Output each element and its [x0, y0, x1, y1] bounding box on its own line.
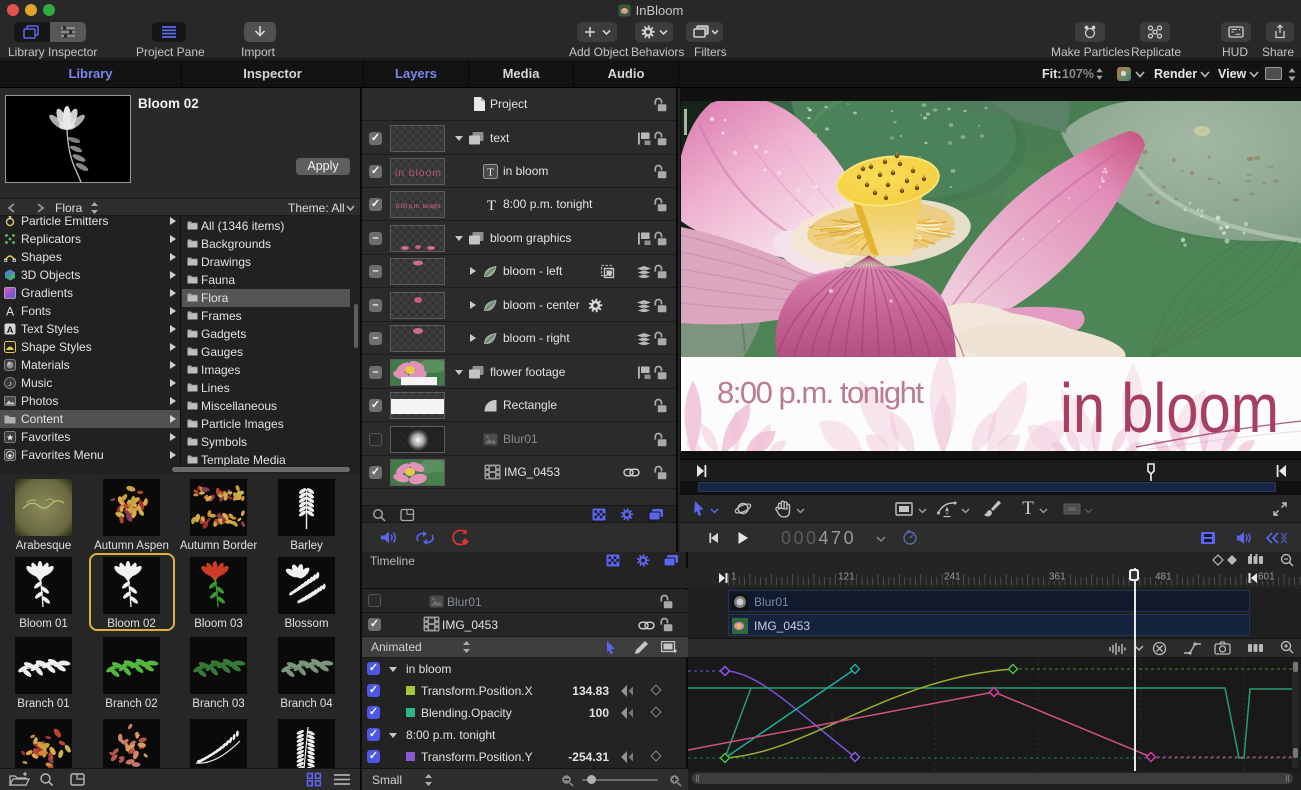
svg-text:in bloom: in bloom [395, 167, 441, 179]
svg-text:8:00 p.m. tonight: 8:00 p.m. tonight [717, 375, 924, 410]
svg-text:★: ★ [7, 452, 13, 460]
svg-text:121: 121 [838, 572, 855, 583]
svg-text:1: 1 [731, 572, 737, 583]
svg-text:T: T [1022, 498, 1034, 518]
svg-text:in bloom: in bloom [1060, 369, 1279, 447]
svg-text:T: T [487, 167, 494, 179]
svg-text:481: 481 [1155, 572, 1172, 583]
svg-text:A: A [6, 305, 14, 317]
svg-text:241: 241 [944, 572, 961, 583]
svg-text:A: A [7, 325, 14, 335]
svg-text:★: ★ [6, 433, 14, 443]
svg-text:361: 361 [1049, 572, 1066, 583]
svg-text:8:00 p.m. tonight: 8:00 p.m. tonight [396, 204, 441, 210]
svg-text:♪: ♪ [8, 379, 12, 388]
svg-text:601: 601 [1258, 572, 1275, 583]
svg-text:T: T [487, 198, 496, 212]
